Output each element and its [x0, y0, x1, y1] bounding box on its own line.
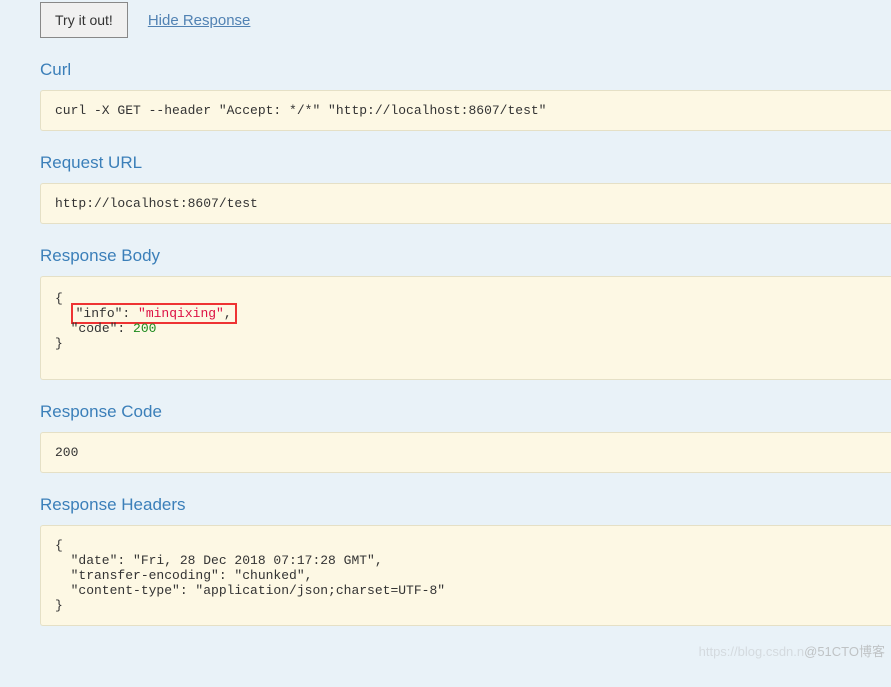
watermark: https://blog.csdn.n@51CTO博客 [699, 641, 885, 660]
response-body-content: { "info": "minqixing", "code": 200 } [40, 276, 891, 380]
curl-content: curl -X GET --header "Accept: */*" "http… [40, 90, 891, 131]
response-headers-title: Response Headers [40, 495, 891, 515]
json-code-key: "code" [71, 321, 118, 336]
watermark-main: @51CTO博客 [804, 644, 885, 659]
response-code-title: Response Code [40, 402, 891, 422]
try-it-out-button[interactable]: Try it out! [40, 2, 128, 38]
curl-title: Curl [40, 60, 891, 80]
request-url-content: http://localhost:8607/test [40, 183, 891, 224]
json-info-value: "minqixing" [138, 306, 224, 321]
response-headers-content: { "date": "Fri, 28 Dec 2018 07:17:28 GMT… [40, 525, 891, 626]
hide-response-link[interactable]: Hide Response [148, 12, 251, 29]
json-brace-close: } [55, 336, 63, 351]
request-url-title: Request URL [40, 153, 891, 173]
json-brace-open: { [55, 291, 63, 306]
json-code-value: 200 [133, 321, 156, 336]
action-row: Try it out! Hide Response [40, 0, 891, 38]
watermark-faint: https://blog.csdn.n [699, 644, 805, 659]
response-code-content: 200 [40, 432, 891, 473]
response-body-title: Response Body [40, 246, 891, 266]
json-info-key: "info" [76, 306, 123, 321]
